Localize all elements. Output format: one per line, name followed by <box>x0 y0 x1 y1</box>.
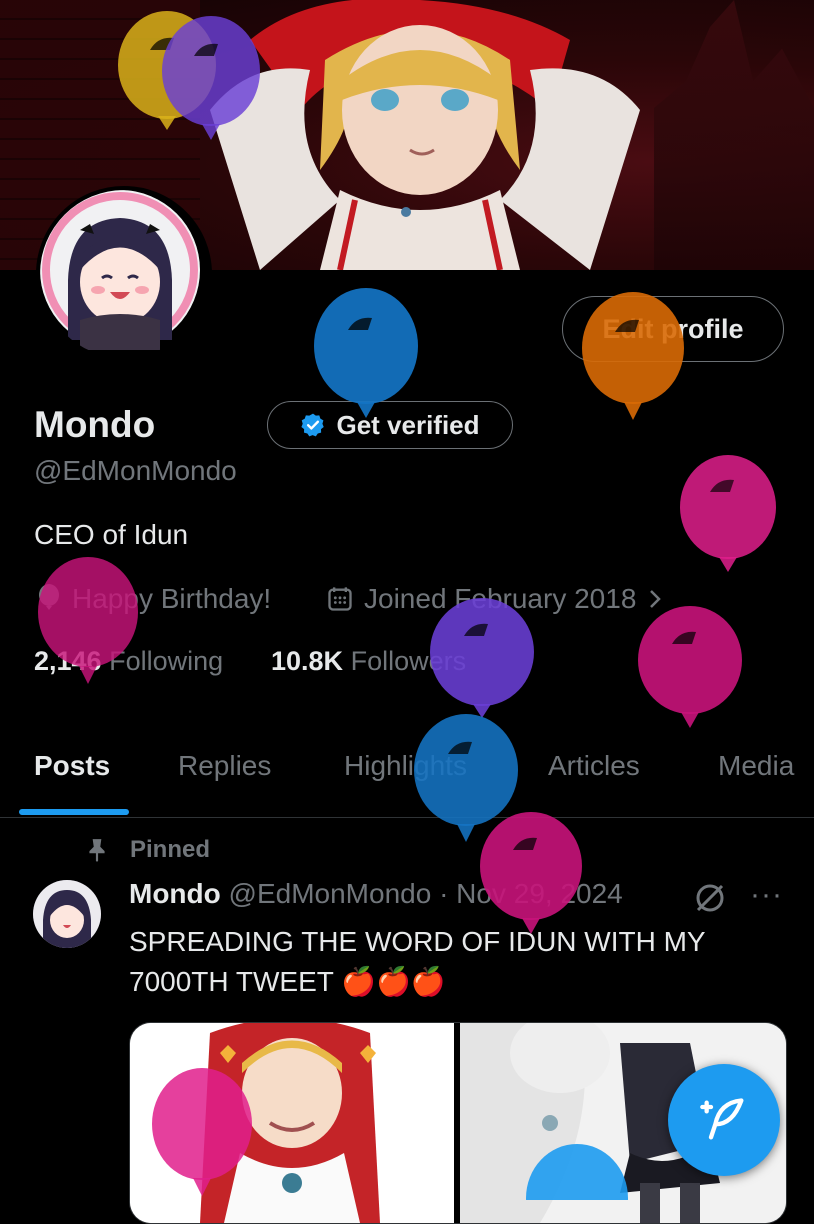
following-label: Following <box>109 646 224 676</box>
display-name: Mondo <box>34 404 156 445</box>
joined-info[interactable]: Joined February 2018 <box>326 583 664 615</box>
post-text: SPREADING THE WORD OF IDUN WITH MY 7000T… <box>129 922 769 1002</box>
grok-icon[interactable] <box>692 880 728 916</box>
following-count: 2,146 <box>34 646 102 676</box>
compose-icon <box>700 1098 744 1140</box>
post-image-1[interactable] <box>130 1023 454 1223</box>
birthday-info: Happy Birthday! <box>36 583 271 615</box>
tab-replies[interactable]: Replies <box>178 750 271 782</box>
tabs-divider <box>0 817 814 818</box>
balloon-icon <box>39 584 59 610</box>
pinned-indicator: Pinned <box>84 836 210 864</box>
chevron-right-icon <box>650 590 662 608</box>
followers-link[interactable]: 10.8K Followers <box>271 646 466 677</box>
tab-articles[interactable]: Articles <box>548 750 640 782</box>
joined-text: Joined February 2018 <box>364 583 637 614</box>
get-verified-button[interactable]: Get verified <box>267 401 513 449</box>
post-avatar[interactable] <box>33 880 101 948</box>
post-text-line-1: SPREADING THE WORD OF IDUN WITH MY <box>129 926 706 957</box>
edit-profile-button[interactable]: Edit profile <box>562 296 784 362</box>
active-tab-indicator <box>19 809 129 815</box>
post-author-handle-date[interactable]: @EdMonMondo · Nov 29, 2024 <box>229 878 623 909</box>
post-header: Mondo @EdMonMondo · Nov 29, 2024 <box>129 878 623 910</box>
tab-highlights[interactable]: Highlights <box>344 750 467 782</box>
profile-avatar[interactable] <box>36 186 212 362</box>
calendar-icon <box>328 587 352 611</box>
banner-castle <box>654 0 814 270</box>
tab-media[interactable]: Media <box>718 750 794 782</box>
profile-tabs: Posts Replies Highlights Articles Media <box>0 720 814 818</box>
balloon-decoration-pink-1 <box>680 455 776 572</box>
more-icon[interactable]: ··· <box>750 878 783 912</box>
followers-count: 10.8K <box>271 646 344 676</box>
birthday-text: Happy Birthday! <box>72 583 272 614</box>
post-text-line-2: 7000TH TWEET 🍎🍎🍎 <box>129 966 446 997</box>
get-verified-label: Get verified <box>336 409 480 440</box>
followers-label: Followers <box>350 646 467 676</box>
profile-handle: @EdMonMondo <box>34 455 237 486</box>
profile-bio: CEO of Idun <box>34 519 189 550</box>
pin-icon <box>89 839 105 862</box>
tab-posts[interactable]: Posts <box>34 750 110 782</box>
verified-badge-icon <box>301 413 325 437</box>
following-link[interactable]: 2,146 Following <box>34 646 223 677</box>
pinned-label: Pinned <box>130 836 211 863</box>
post-author-name[interactable]: Mondo <box>129 878 221 909</box>
banner-character <box>210 0 640 270</box>
compose-button[interactable] <box>668 1064 780 1176</box>
